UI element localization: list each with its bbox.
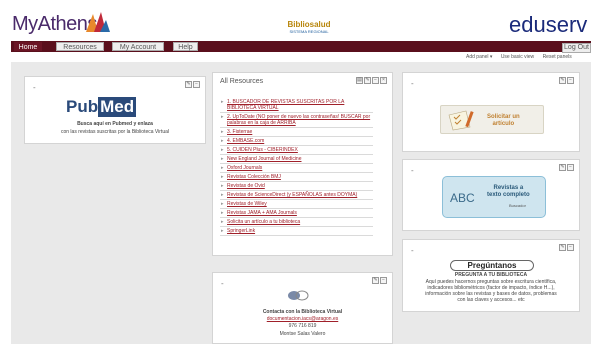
pubmed-logo-part1: Pub	[66, 97, 99, 116]
solicitar-text: Solicitar un artículo	[487, 114, 520, 128]
edit-icon[interactable]: ✎	[372, 277, 379, 284]
contact-name: Montse Salas Valero	[279, 331, 326, 337]
revistas-buscador: Buscador	[509, 203, 526, 208]
checklist-icon	[448, 110, 474, 131]
resource-link[interactable]: Revistas de Wiley	[220, 200, 373, 209]
revistas-texto-completo-banner[interactable]: ABC Revistas a texto completo Buscador	[442, 176, 546, 218]
resource-link[interactable]: 4. EMBASE.com	[220, 137, 373, 146]
pubmed-panel: - ✎ − Pub Med Busca aquí en Pubmed y enla…	[24, 76, 206, 144]
minimize-icon[interactable]: −	[567, 244, 574, 251]
resource-link[interactable]: 5. CUIDEN Plus - CIBERINDEX	[220, 146, 373, 155]
contact-panel: - ✎ − Contacta con la Biblioteca Virtual…	[212, 272, 393, 344]
resource-list: 1. BUSCADOR DE REVISTAS SUSCRITAS POR LA…	[220, 98, 373, 236]
solicitar-line2: artículo	[492, 121, 515, 127]
resource-link[interactable]: Revistas de Ovid	[220, 182, 373, 191]
abc-icon: ABC	[450, 191, 475, 205]
panel-title: -	[411, 79, 414, 88]
resource-link[interactable]: 2. UpToDate (NO poner de nuevo las contr…	[220, 113, 373, 128]
revistas-panel: - ✎ − ABC Revistas a texto completo Busc…	[402, 159, 580, 231]
pubmed-logo[interactable]: Pub Med	[66, 97, 137, 117]
contact-email-link[interactable]: documentacion.iacs@aragon.es	[213, 316, 392, 322]
contact-heading: Contacta con la Biblioteca Virtual	[262, 309, 343, 315]
preguntanos-button[interactable]: Pregúntanos	[450, 260, 534, 271]
edit-icon[interactable]: ✎	[185, 81, 192, 88]
resource-link[interactable]: New England Journal of Medicine	[220, 155, 373, 164]
minimize-icon[interactable]: −	[380, 277, 387, 284]
panel-title: -	[411, 166, 414, 175]
pubmed-logo-part2: Med	[98, 97, 137, 117]
resource-link[interactable]: Oxford Journals	[220, 164, 373, 173]
revistas-line1: Revistas a	[493, 185, 524, 191]
resource-link[interactable]: Solicita un artículo a tu biblioteca	[220, 218, 373, 227]
reset-panels-link[interactable]: Reset panels	[543, 54, 572, 60]
pubmed-line2: con las revistas suscritas por la Biblio…	[60, 129, 169, 135]
eduserv-logo: eduserv	[509, 12, 588, 37]
resource-link[interactable]: 1. BUSCADOR DE REVISTAS SUSCRITAS POR LA…	[220, 98, 373, 113]
panel-controls: ✎ −	[558, 244, 574, 251]
bibliosalud-logo: Bibliosalud SISTEMA REGIONAL	[283, 20, 335, 40]
add-panel-link[interactable]: Add panel ▾	[466, 54, 492, 60]
basic-view-link[interactable]: Use basic view	[501, 54, 534, 60]
all-resources-panel: All Resources ▤ ✎ − × 1. BUSCADOR DE REV…	[212, 72, 393, 256]
minimize-icon[interactable]: −	[193, 81, 200, 88]
edit-icon[interactable]: ✎	[559, 244, 566, 251]
panel-title: -	[33, 83, 36, 92]
panel-title: -	[221, 279, 224, 288]
revistas-title: Revistas a texto completo	[487, 185, 530, 199]
resource-link[interactable]: Revistas de ScienceDirect (y ESPAÑOLAS a…	[220, 191, 373, 200]
resource-link[interactable]: Revistas JAMA + AMA Journals	[220, 209, 373, 218]
resource-link[interactable]: 3. Fisterrae	[220, 128, 373, 137]
panel-title: All Resources	[220, 78, 264, 85]
logout-button[interactable]: Log Out	[562, 43, 591, 53]
minimize-icon[interactable]: −	[567, 77, 574, 84]
dashboard-area: - ✎ − Pub Med Busca aquí en Pubmed y enla…	[11, 62, 591, 344]
panel-controls: ✎ −	[558, 164, 574, 171]
contact-phone: 976 716 819	[288, 323, 317, 329]
rss-icon[interactable]: ▤	[356, 77, 363, 84]
bibliosalud-title: Bibliosalud	[287, 20, 331, 29]
edit-icon[interactable]: ✎	[559, 164, 566, 171]
tab-help[interactable]: Help	[173, 42, 198, 51]
minimize-icon[interactable]: −	[567, 164, 574, 171]
bibliosalud-subtitle: SISTEMA REGIONAL	[289, 29, 329, 34]
panel-toolbar: Add panel ▾ Use basic view Reset panels	[466, 53, 579, 61]
header: MyAthens Bibliosalud SISTEMA REGIONAL ed…	[0, 0, 591, 44]
minimize-icon[interactable]: −	[372, 77, 379, 84]
library-logo-icon	[288, 290, 309, 301]
solicitar-line1: Solicitar un	[487, 114, 520, 120]
edit-icon[interactable]: ✎	[364, 77, 371, 84]
tab-my-account[interactable]: My Account	[112, 42, 164, 51]
tab-resources[interactable]: Resources	[56, 42, 104, 51]
panel-controls: ✎ −	[184, 81, 200, 88]
preguntanos-text-line: con las claves y accesos... etc	[457, 297, 525, 303]
solicitar-panel: - ✎ − Solicitar un artículo	[402, 72, 580, 152]
panel-controls: ✎ −	[558, 77, 574, 84]
tab-home[interactable]: Home	[14, 42, 42, 51]
close-icon[interactable]: ×	[380, 77, 387, 84]
preguntanos-subtitle: PREGUNTA A TU BIBLIOTECA	[454, 272, 528, 278]
revistas-line2: texto completo	[487, 192, 530, 198]
preguntanos-panel: - ✎ − Pregúntanos PREGUNTA A TU BIBLIOTE…	[402, 239, 580, 312]
solicitar-articulo-banner[interactable]: Solicitar un artículo	[440, 105, 544, 134]
panel-controls: ▤ ✎ − ×	[355, 77, 387, 84]
panel-controls: ✎ −	[371, 277, 387, 284]
myathens-mark-icon	[86, 12, 110, 32]
edit-icon[interactable]: ✎	[559, 77, 566, 84]
panel-title: -	[411, 246, 414, 255]
pubmed-line1: Busca aquí en Pubmed y enlaza	[77, 121, 153, 127]
resource-link[interactable]: Revistas Colección BMJ	[220, 173, 373, 182]
resource-link[interactable]: SpringerLink	[220, 227, 373, 236]
